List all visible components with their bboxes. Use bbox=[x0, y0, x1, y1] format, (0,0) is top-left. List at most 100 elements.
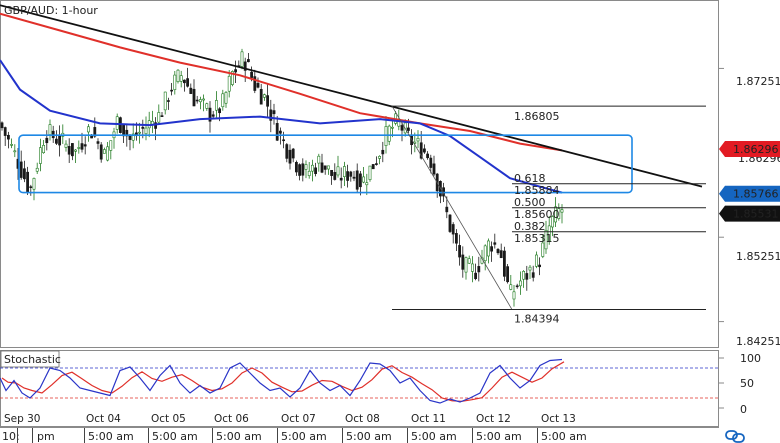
x-tick-label: Oct 04 bbox=[86, 413, 121, 425]
candle-body bbox=[215, 100, 218, 111]
x-tick-label: Sep 30 bbox=[4, 413, 41, 425]
candle-body bbox=[518, 280, 522, 287]
candle-body bbox=[342, 166, 346, 177]
price-tag-label: 1.86296 bbox=[733, 143, 779, 156]
candle-body bbox=[77, 147, 81, 149]
candle-body bbox=[227, 75, 231, 92]
chart-title: GBP/AUD: 1-hour bbox=[4, 4, 98, 17]
candle-body bbox=[381, 149, 385, 155]
stochastic-title: Stochastic bbox=[4, 353, 61, 366]
candle-body bbox=[512, 291, 516, 300]
x-tick-label: Oct 13 bbox=[541, 413, 576, 425]
candle-body bbox=[266, 95, 270, 107]
candle-body bbox=[522, 271, 526, 280]
candle-body bbox=[87, 126, 90, 133]
candle-body bbox=[71, 143, 74, 157]
candle-body bbox=[294, 161, 298, 173]
candle-body bbox=[464, 257, 468, 273]
candle-body bbox=[352, 176, 356, 179]
candle-body bbox=[141, 126, 145, 129]
candle-body bbox=[509, 284, 513, 290]
candle-body bbox=[541, 242, 545, 257]
fib-price-label: 1.85600 bbox=[514, 208, 560, 221]
candle-body bbox=[499, 250, 503, 259]
candle-body bbox=[144, 127, 148, 135]
candle-body bbox=[285, 144, 289, 159]
candle-body bbox=[400, 125, 404, 131]
candle-body bbox=[202, 98, 206, 101]
candle-body bbox=[138, 131, 142, 134]
candle-body bbox=[275, 123, 279, 141]
time-label: 5:00 am bbox=[152, 430, 198, 443]
candle-body bbox=[64, 143, 68, 148]
fib-level-label: 1.86805 bbox=[514, 110, 560, 123]
candle-body bbox=[387, 125, 391, 142]
candle-body bbox=[445, 206, 449, 213]
candle-body bbox=[461, 254, 465, 270]
candle-body bbox=[486, 240, 490, 257]
candle-body bbox=[470, 263, 474, 272]
candle-body bbox=[99, 144, 103, 160]
x-tick-label: Oct 05 bbox=[151, 413, 186, 425]
candle-body bbox=[429, 157, 433, 168]
candle-body bbox=[490, 246, 494, 252]
candle-body bbox=[496, 249, 500, 254]
candle-body bbox=[160, 115, 164, 117]
candle-body bbox=[416, 137, 420, 142]
candle-body bbox=[307, 170, 311, 176]
candle-body bbox=[183, 79, 186, 84]
time-label: 5:00 am bbox=[216, 430, 262, 443]
forex-chart: 1.868051.843940.6181.858840.5001.856000.… bbox=[0, 0, 780, 443]
candle-body bbox=[221, 93, 225, 108]
candle-body bbox=[333, 172, 337, 180]
time-label: 5:00 am bbox=[346, 430, 392, 443]
x-tick-label: Oct 08 bbox=[345, 413, 380, 425]
candle-body bbox=[106, 146, 110, 161]
candle-body bbox=[186, 78, 190, 87]
candle-body bbox=[176, 69, 180, 82]
stoch-tick-label: 100 bbox=[740, 352, 761, 365]
candle-body bbox=[48, 124, 52, 135]
candle-body bbox=[314, 167, 318, 174]
x-axis: Sep 30 Oct 04 Oct 05 Oct 06 Oct 07 Oct 0… bbox=[4, 413, 576, 425]
y-tick-label: 1.85251 bbox=[736, 250, 780, 263]
candle-body bbox=[199, 99, 202, 103]
candle-body bbox=[42, 145, 46, 154]
time-label: 5:00 am bbox=[281, 430, 327, 443]
price-tag-label: 1.85766 bbox=[733, 188, 779, 201]
candle-body bbox=[224, 92, 228, 104]
candle-body bbox=[58, 135, 62, 146]
candle-body bbox=[262, 94, 266, 98]
candle-body bbox=[525, 273, 529, 280]
candle-body bbox=[22, 168, 26, 180]
candle-body bbox=[432, 163, 436, 175]
candle-body bbox=[317, 155, 321, 164]
link-icon[interactable] bbox=[725, 430, 745, 443]
candle-body bbox=[250, 71, 254, 78]
candle-body bbox=[163, 91, 167, 111]
candle-body bbox=[298, 164, 302, 176]
candle-body bbox=[531, 272, 535, 278]
price-tag-label: 1.85531 bbox=[733, 208, 779, 221]
candle-body bbox=[195, 99, 199, 102]
candle-body bbox=[13, 150, 17, 153]
candle-body bbox=[301, 163, 305, 176]
candle-body bbox=[80, 143, 84, 150]
candle-body bbox=[374, 163, 378, 165]
time-label: 5:00 am bbox=[476, 430, 522, 443]
candle-body bbox=[493, 242, 497, 245]
time-label: 5:00 am bbox=[541, 430, 587, 443]
time-bar: 10: pm 5:00 am 5:00 am 5:00 am 5:00 am 5… bbox=[2, 428, 587, 443]
candle-body bbox=[122, 125, 126, 137]
candle-body bbox=[371, 164, 375, 170]
y-tick-label: 1.87251 bbox=[736, 75, 780, 88]
candle-body bbox=[330, 169, 334, 176]
x-tick-label: Oct 06 bbox=[214, 413, 249, 425]
candle-body bbox=[448, 214, 452, 232]
candle-body bbox=[19, 161, 23, 178]
candle-body bbox=[211, 114, 215, 117]
candle-body bbox=[515, 285, 519, 288]
time-label: pm bbox=[37, 430, 55, 443]
candle-body bbox=[291, 148, 295, 159]
candle-body bbox=[35, 167, 39, 172]
